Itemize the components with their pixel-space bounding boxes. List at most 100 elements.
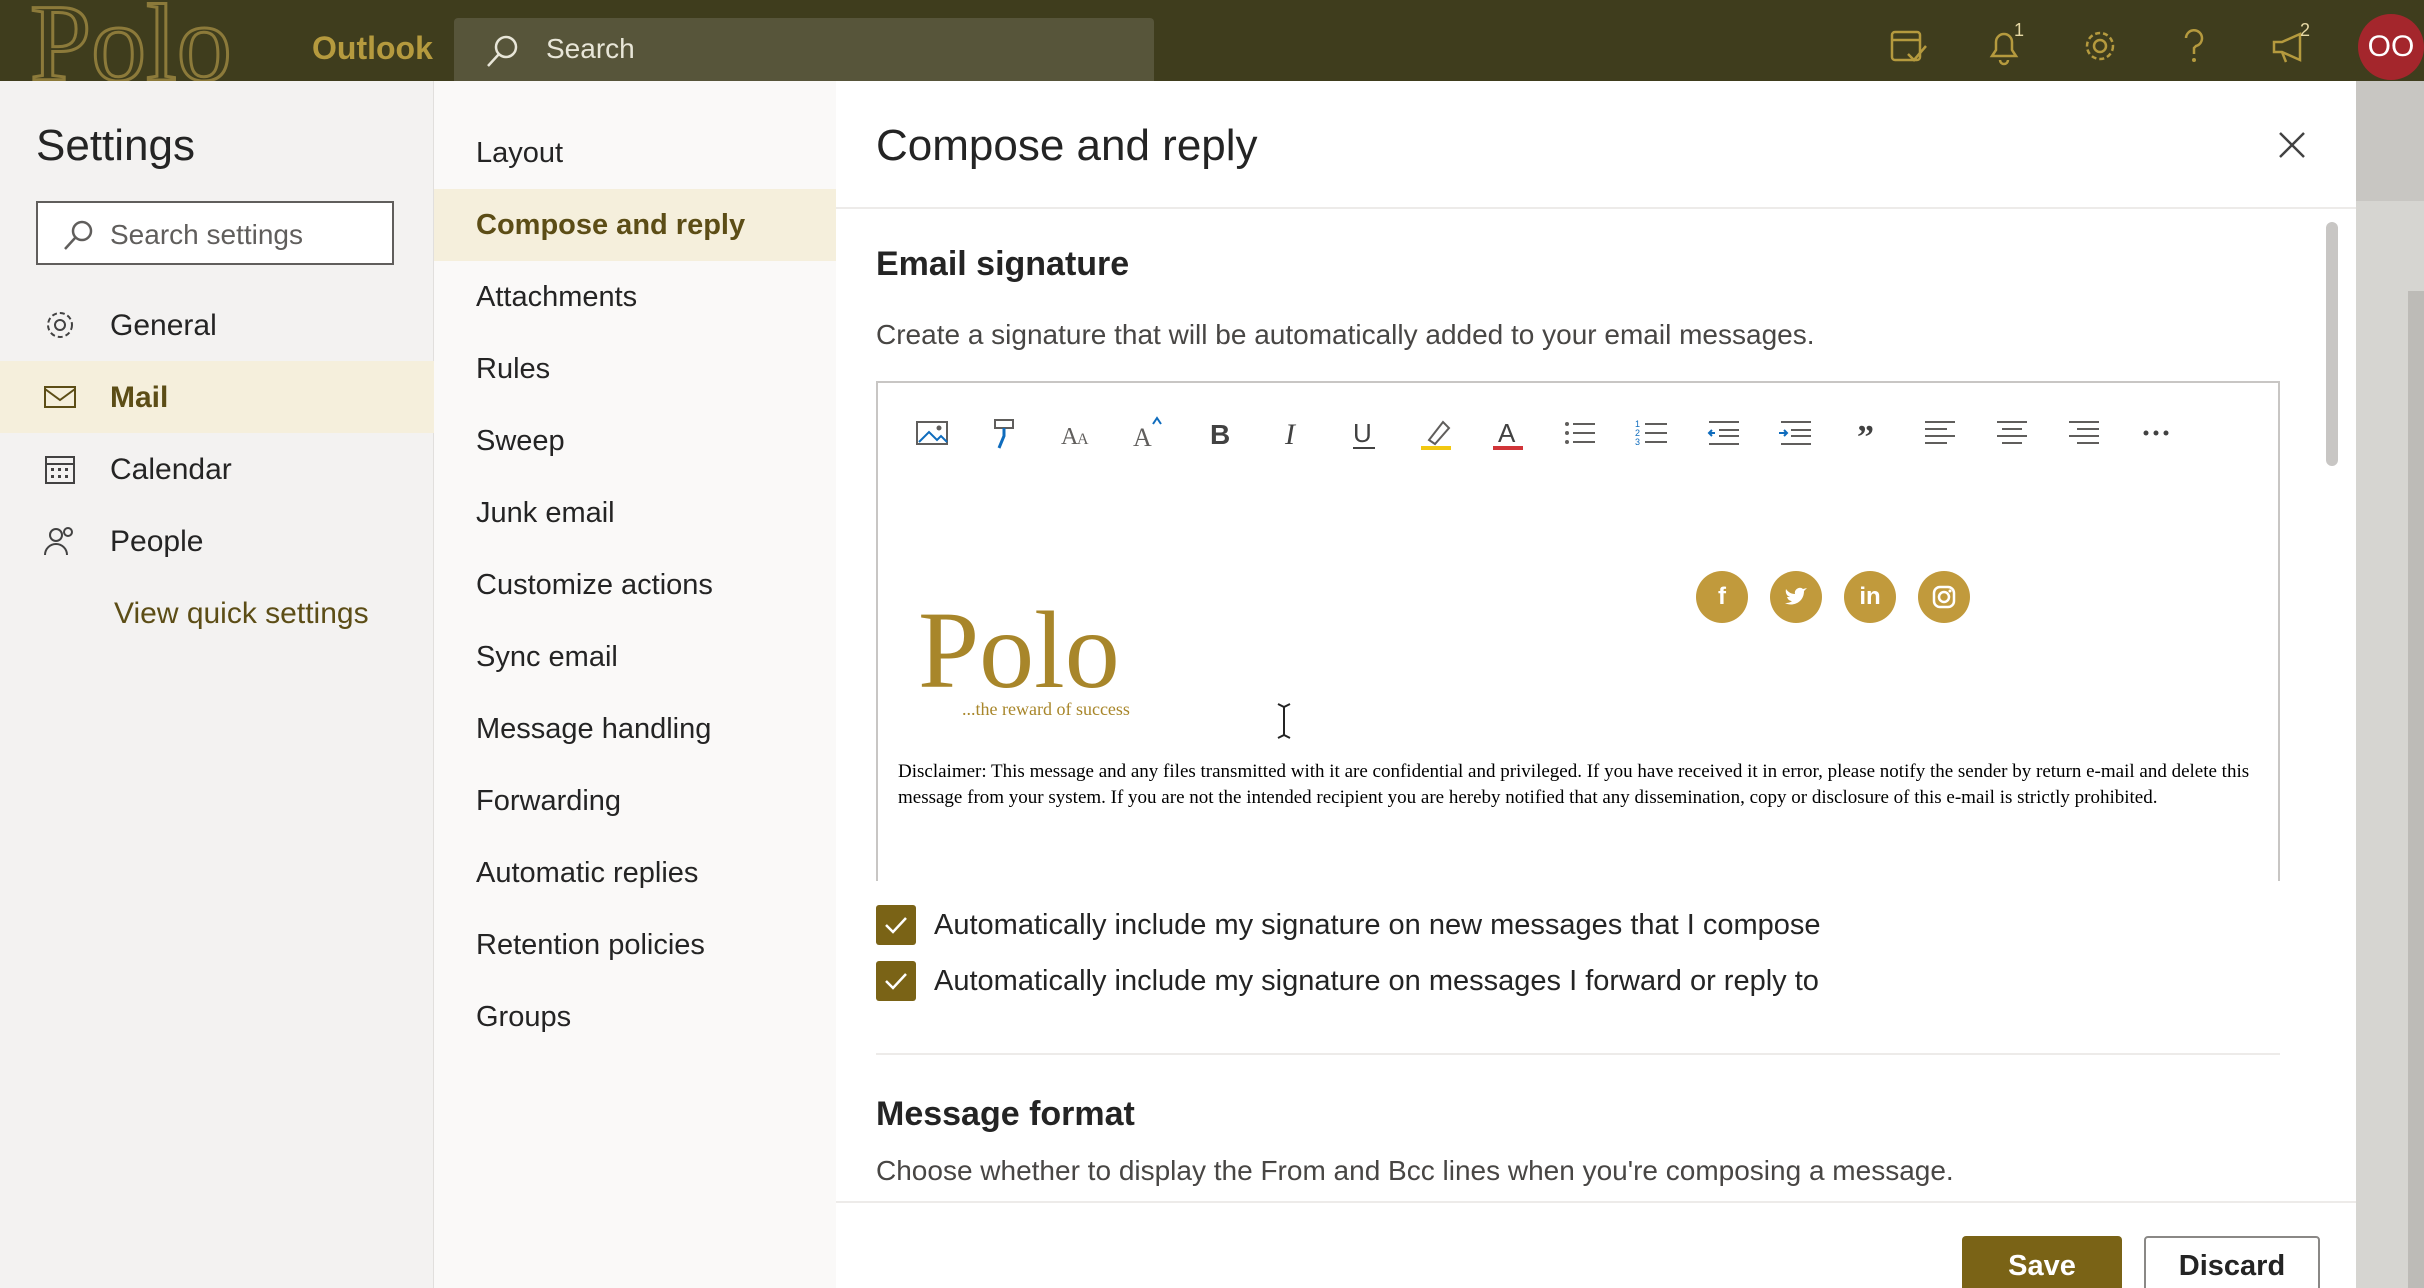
settings-search-input[interactable]: Search settings [36, 201, 394, 265]
more-options-icon[interactable] [2120, 403, 2192, 463]
category-label: General [110, 309, 217, 342]
signature-tagline: ...the reward of success [962, 699, 1130, 719]
instagram-icon[interactable] [1918, 571, 1970, 623]
search-icon [487, 35, 518, 67]
checkbox-checked[interactable] [876, 905, 916, 945]
panel-title: Compose and reply [876, 121, 1258, 170]
nav-label: Layout [476, 137, 564, 169]
category-label: Mail [110, 381, 169, 414]
nav-label: Groups [476, 1001, 572, 1033]
nav-junk-email[interactable]: Junk email [434, 477, 836, 549]
highlight-icon[interactable] [1400, 403, 1472, 463]
nav-label: Message handling [476, 713, 712, 745]
signature-editor[interactable]: AA A B I U A 123 ” Polo ...the reward of… [876, 381, 2280, 881]
nav-compose-and-reply[interactable]: Compose and reply [434, 189, 836, 261]
nav-retention-policies[interactable]: Retention policies [434, 909, 836, 981]
svg-text:A: A [1498, 418, 1516, 448]
message-format-heading: Message format [876, 1095, 1135, 1133]
compose-and-reply-panel: Compose and reply Email signature Create… [836, 81, 2356, 1288]
nav-layout[interactable]: Layout [434, 117, 836, 189]
svg-text:3: 3 [1635, 437, 1640, 447]
header-divider [836, 207, 2356, 209]
nav-message-handling[interactable]: Message handling [434, 693, 836, 765]
brand-logo[interactable]: Polo [26, 0, 246, 82]
svg-text:B: B [1210, 419, 1230, 450]
checkbox-label: Automatically include my signature on ne… [934, 909, 1821, 941]
email-signature-description: Create a signature that will be automati… [876, 319, 1815, 350]
app-name[interactable]: Outlook [312, 30, 433, 67]
svg-text:U: U [1353, 418, 1372, 448]
background-scrollbar [2408, 291, 2424, 1288]
top-bar: Polo Outlook Search 1 2 OO [0, 0, 2424, 82]
align-left-icon[interactable] [1904, 403, 1976, 463]
people-icon [44, 527, 73, 556]
nav-label: Customize actions [476, 569, 713, 601]
panel-scrollbar[interactable] [2326, 222, 2338, 466]
close-icon[interactable] [2272, 125, 2312, 165]
increase-indent-icon[interactable] [1760, 403, 1832, 463]
nav-label: Attachments [476, 281, 638, 313]
nav-forwarding[interactable]: Forwarding [434, 765, 836, 837]
category-calendar[interactable]: Calendar [0, 433, 434, 505]
font-size-icon[interactable]: A [1112, 403, 1184, 463]
category-label: People [110, 525, 204, 558]
nav-sync-email[interactable]: Sync email [434, 621, 836, 693]
nav-label: Sync email [476, 641, 618, 673]
view-quick-settings-link[interactable]: View quick settings [114, 597, 369, 631]
nav-rules[interactable]: Rules [434, 333, 836, 405]
save-button[interactable]: Save [1962, 1236, 2122, 1288]
svg-text:Polo: Polo [30, 0, 232, 82]
settings-search-placeholder: Search settings [110, 219, 303, 250]
category-general[interactable]: General [0, 289, 434, 361]
nav-label: Junk email [476, 497, 615, 529]
help-icon[interactable] [2172, 24, 2216, 68]
mail-search-box[interactable]: Search [454, 18, 1154, 82]
category-mail[interactable]: Mail [0, 361, 434, 433]
category-people[interactable]: People [0, 505, 434, 577]
font-icon[interactable]: AA [1040, 403, 1112, 463]
calendar-icon [45, 456, 75, 484]
nav-attachments[interactable]: Attachments [434, 261, 836, 333]
bold-icon[interactable]: B [1184, 403, 1256, 463]
nav-automatic-replies[interactable]: Automatic replies [434, 837, 836, 909]
facebook-icon[interactable]: f [1696, 571, 1748, 623]
nav-label: Automatic replies [476, 857, 699, 889]
background-header [2356, 81, 2424, 201]
align-center-icon[interactable] [1976, 403, 2048, 463]
svg-text:”: ” [1857, 419, 1874, 452]
nav-sweep[interactable]: Sweep [434, 405, 836, 477]
notifications-badge: 1 [2014, 20, 2025, 40]
svg-text:A: A [1133, 423, 1152, 452]
gear-icon[interactable] [2078, 24, 2122, 68]
quote-icon[interactable]: ” [1832, 403, 1904, 463]
underline-icon[interactable]: U [1328, 403, 1400, 463]
align-right-icon[interactable] [2048, 403, 2120, 463]
numbering-icon[interactable]: 123 [1616, 403, 1688, 463]
feedback-badge: 2 [2300, 20, 2311, 40]
format-painter-icon[interactable] [968, 403, 1040, 463]
insert-image-icon[interactable] [896, 403, 968, 463]
nav-groups[interactable]: Groups [434, 981, 836, 1053]
linkedin-icon[interactable]: in [1844, 571, 1896, 623]
my-day-icon[interactable] [1886, 24, 1930, 68]
decrease-indent-icon[interactable] [1688, 403, 1760, 463]
signature-disclaimer: Disclaimer: This message and any files t… [898, 761, 2250, 808]
nav-label: Forwarding [476, 785, 622, 817]
account-avatar[interactable]: OO [2358, 14, 2424, 80]
nav-customize-actions[interactable]: Customize actions [434, 549, 836, 621]
discard-button[interactable]: Discard [2144, 1236, 2320, 1288]
italic-icon[interactable]: I [1256, 403, 1328, 463]
twitter-icon[interactable] [1770, 571, 1822, 623]
nav-label: Sweep [476, 425, 565, 457]
text-cursor-icon [1277, 703, 1291, 739]
search-placeholder: Search [546, 33, 635, 64]
settings-categories-pane: Settings Search settings General Mail Ca… [0, 81, 434, 1288]
bullets-icon[interactable] [1544, 403, 1616, 463]
gear-icon [47, 312, 73, 338]
section-divider [876, 1053, 2280, 1055]
svg-text:I: I [1284, 418, 1297, 451]
mail-settings-nav: Layout Compose and reply Attachments Rul… [434, 81, 836, 1288]
search-icon [64, 220, 93, 250]
checkbox-checked[interactable] [876, 961, 916, 1001]
font-color-icon[interactable]: A [1472, 403, 1544, 463]
